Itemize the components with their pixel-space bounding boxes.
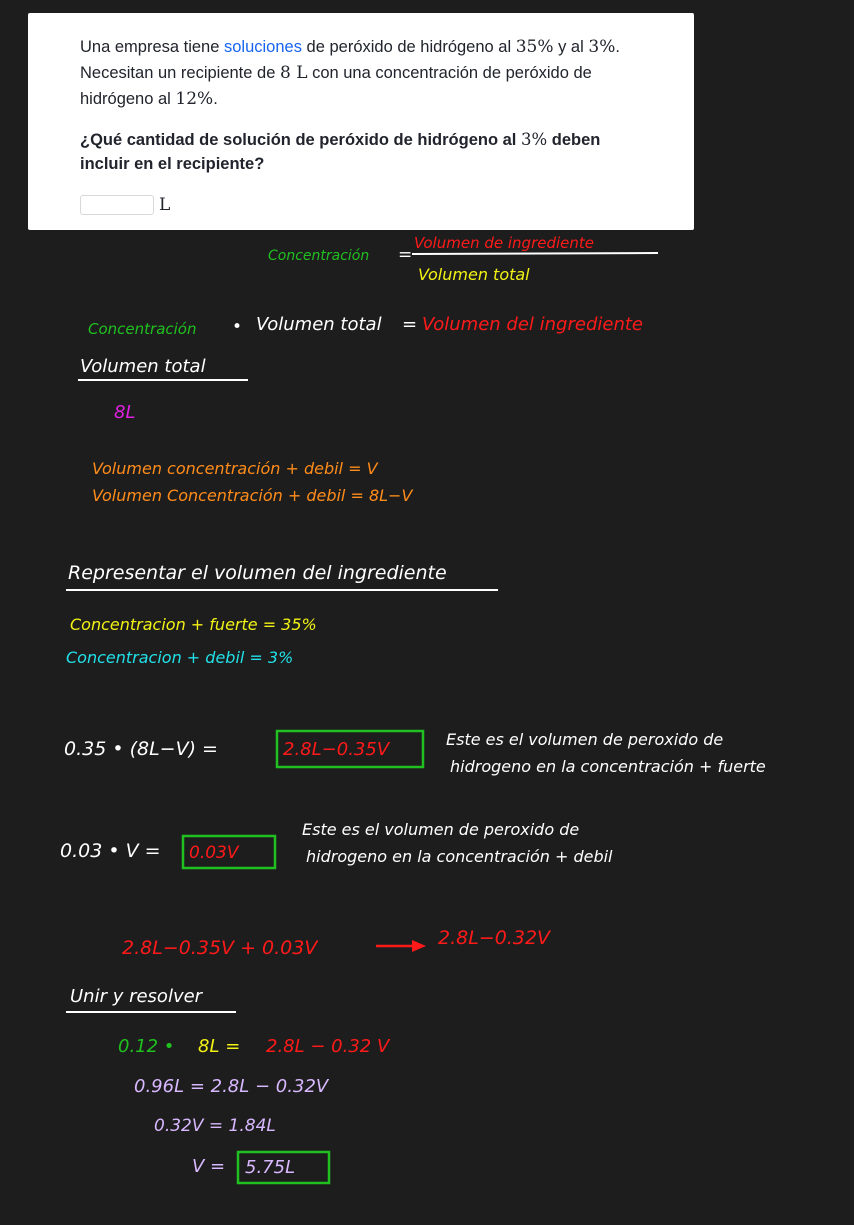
strong-volume-line: Volumen Concentración + debil = 8L−V — [92, 486, 413, 505]
line2-volumen-total: Volumen total — [256, 314, 382, 335]
solve-step4-left: V = — [192, 1156, 225, 1177]
formula-denominator: Volumen total — [418, 265, 530, 284]
eq1-left: 0.35 • (8L−V) = — [64, 738, 218, 760]
solve-step1-right: 2.8L − 0.32 V — [266, 1036, 391, 1057]
sum-left: 2.8L−0.35V + 0.03V — [122, 937, 319, 959]
strong-concentration: Concentracion + fuerte = 35% — [70, 615, 317, 634]
volumen-total-heading: Volumen total — [80, 356, 206, 377]
eq2-note-line2: hidrogeno en la concentración + debil — [306, 847, 613, 866]
eq1-note-line1: Este es el volumen de peroxido de — [446, 730, 723, 749]
line2-volumen-ingrediente: Volumen del ingrediente — [422, 314, 643, 335]
weak-volume-line: Volumen concentración + debil = V — [92, 459, 379, 478]
eq2-left: 0.03 • V = — [60, 840, 161, 862]
eq1-note-line2: hidrogeno en la concentración + fuerte — [450, 757, 766, 776]
eq2-note-line1: Este es el volumen de peroxido de — [302, 820, 579, 839]
formula-numerator: Volumen de ingrediente — [414, 234, 594, 252]
solve-heading: Unir y resolver — [70, 986, 204, 1007]
volumen-total-value: 8L — [114, 402, 135, 423]
formula-equals: = — [398, 245, 412, 265]
sum-right: 2.8L−0.32V — [438, 927, 552, 949]
solve-step1-volume: 8L = — [198, 1036, 240, 1057]
line2-dot: • — [232, 317, 242, 337]
line2-concentracion: Concentración — [88, 320, 196, 338]
weak-concentration: Concentracion + debil = 3% — [66, 648, 293, 667]
eq1-box-text: 2.8L−0.35V — [283, 739, 391, 760]
line2-equals: = — [402, 314, 417, 335]
representar-heading: Representar el volumen del ingrediente — [68, 562, 447, 584]
solve-step3: 0.32V = 1.84L — [154, 1116, 276, 1136]
fraction-bar — [411, 252, 659, 255]
handwritten-notes: Concentración = Volumen de ingrediente V… — [60, 234, 766, 1185]
solve-step2: 0.96L = 2.8L − 0.32V — [134, 1076, 330, 1097]
formula-concentracion: Concentración — [268, 248, 369, 264]
solve-step1-factor: 0.12 • — [118, 1036, 174, 1057]
final-answer: 5.75L — [245, 1157, 295, 1178]
arrow-icon — [412, 940, 426, 952]
eq2-box-text: 0.03V — [189, 843, 240, 863]
